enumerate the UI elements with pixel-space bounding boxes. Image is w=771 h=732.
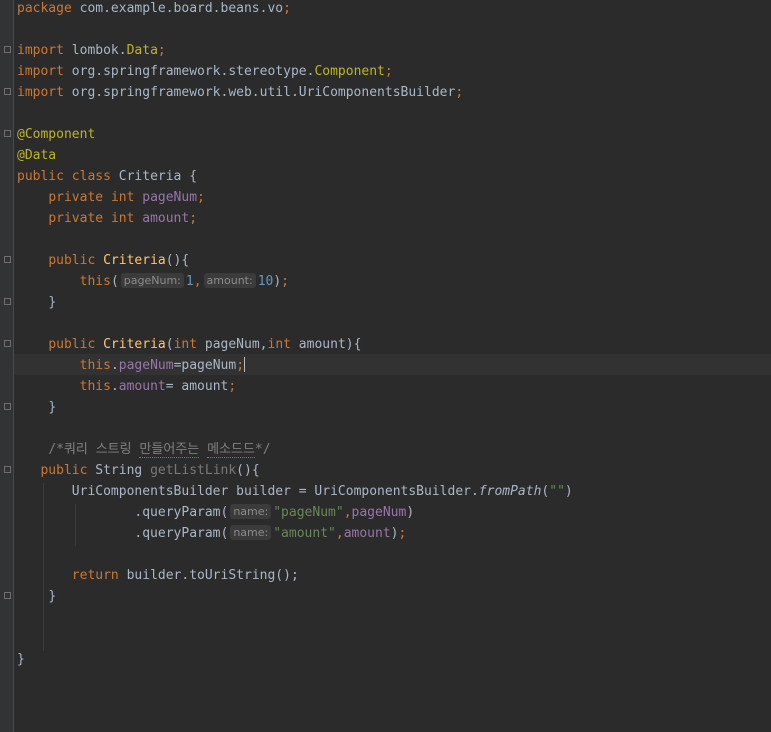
code-line-brace: } [48, 589, 57, 604]
code-line-class-close: } [17, 652, 25, 667]
code-line-assignment: this.amount= amount; [79, 379, 237, 394]
code-line-field: private int pageNum; [48, 190, 205, 205]
code-line-ctor: public Criteria(int pageNum,int amount){ [48, 337, 362, 352]
code-line-builder: UriComponentsBuilder builder = UriCompon… [71, 484, 573, 499]
param-hint: name: [230, 504, 272, 519]
code-line-class-decl: public class Criteria { [17, 169, 198, 184]
code-line-ctor: public Criteria(){ [48, 253, 190, 268]
code-line-import: import lombok.Data; [17, 43, 166, 58]
code-line-assignment: this.pageNum=pageNum; [79, 357, 246, 373]
code-line-package: package com.example.board.beans.vo; [17, 1, 291, 16]
code-line-query-param: .queryParam(name: "pageNum",pageNum) [134, 504, 415, 520]
code-editor[interactable]: package com.example.board.beans.vo; impo… [0, 0, 771, 732]
code-line-return: return builder.toUriString(); [71, 568, 299, 583]
param-hint: amount: [203, 273, 256, 288]
code-line-brace: } [48, 295, 57, 310]
code-line-comment: /*쿼리 스트링 만들어주는 메소드드*/ [48, 442, 271, 458]
code-line-this-call: this(pageNum: 1, amount: 10); [79, 273, 289, 289]
code-line-field: private int amount; [48, 211, 198, 226]
text-cursor [244, 357, 246, 372]
param-hint: pageNum: [120, 273, 184, 288]
param-hint: name: [230, 525, 272, 540]
code-line-query-param: .queryParam(name: "amount",amount); [134, 525, 407, 541]
code-line-method-decl: public String getListLink(){ [40, 463, 260, 478]
code-line-brace: } [48, 400, 57, 415]
code-line-annotation: @Data [17, 148, 57, 163]
code-line-import: import org.springframework.stereotype.Co… [17, 64, 393, 79]
code-line-import: import org.springframework.web.util.UriC… [17, 85, 464, 100]
code-line-annotation: @Component [17, 127, 96, 142]
